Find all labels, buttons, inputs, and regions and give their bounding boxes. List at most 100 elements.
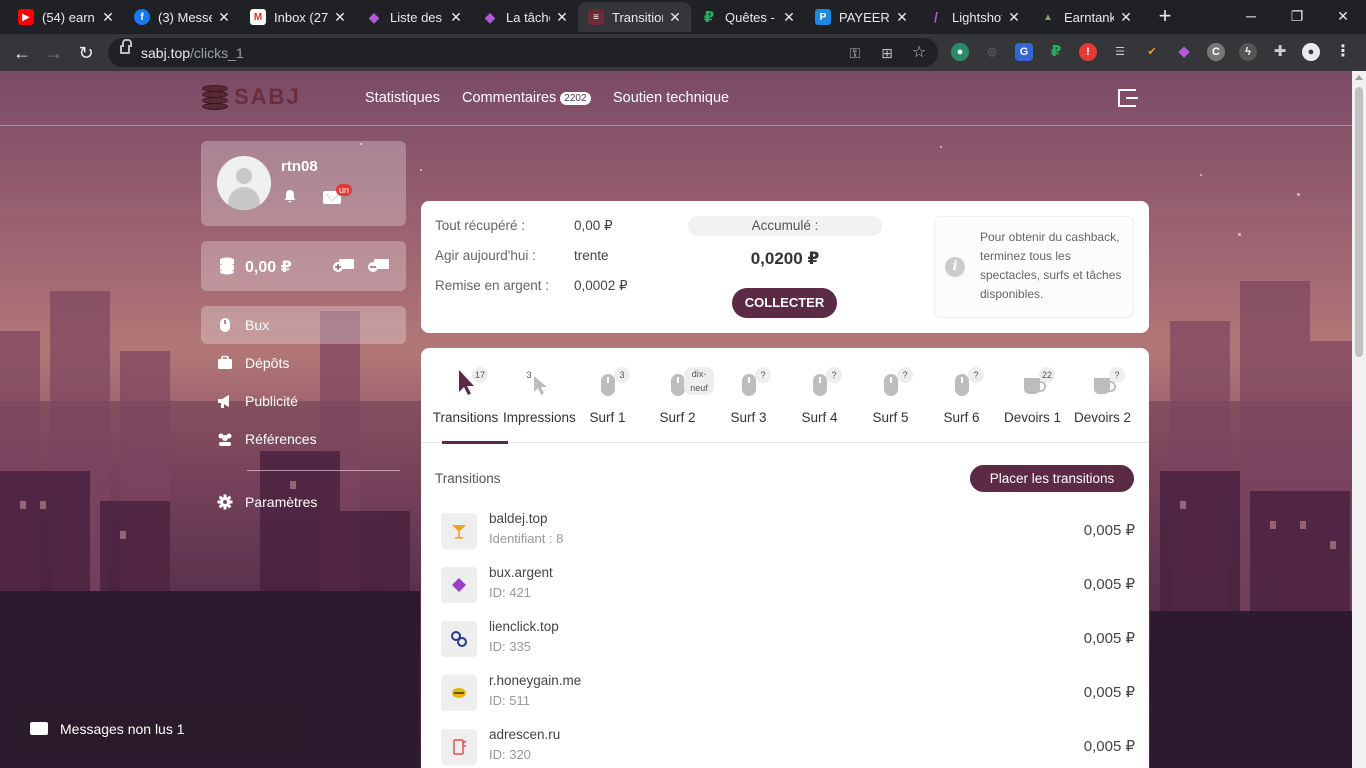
site-name[interactable]: baldej.top — [489, 511, 548, 526]
key-icon[interactable]: ⚿ — [846, 44, 864, 62]
sidebar-item-deposits[interactable]: Dépôts — [201, 344, 406, 382]
reward-amount: 0,005 ₽ — [1083, 684, 1135, 701]
tab-tasks-2[interactable]: ? Devoirs 2 — [1067, 348, 1138, 443]
close-tab-icon[interactable]: ✕ — [554, 9, 570, 26]
reload-button[interactable]: ↻ — [73, 40, 99, 66]
list-item[interactable]: r.honeygain.me ID: 511 0,005 ₽ — [441, 670, 1141, 724]
tab-tasks-1[interactable]: 22 Devoirs 1 — [997, 348, 1068, 443]
tab-surf-6[interactable]: ? Surf 6 — [926, 348, 997, 443]
sidebar-item-advertising[interactable]: Publicité — [201, 382, 406, 420]
close-tab-icon[interactable]: ✕ — [667, 9, 683, 26]
close-tab-icon[interactable]: ✕ — [1118, 9, 1134, 26]
browser-tab[interactable]: ◆ La tâche ✕ — [472, 2, 578, 32]
place-transitions-button[interactable]: Placer les transitions — [970, 465, 1134, 492]
minimize-button[interactable]: ─ — [1228, 0, 1274, 32]
address-bar[interactable]: sabj.top/clicks_1 ⚿ ⊞ ☆ — [108, 38, 938, 67]
scroll-up-icon[interactable] — [1355, 75, 1363, 80]
list-item[interactable]: lienclick.top ID: 335 0,005 ₽ — [441, 616, 1141, 670]
logout-icon[interactable] — [1118, 89, 1138, 107]
close-tab-icon[interactable]: ✕ — [1006, 9, 1022, 26]
sidebar-item-label: Paramètres — [245, 494, 318, 510]
deposit-icon[interactable] — [333, 257, 355, 273]
extension-icon[interactable]: C — [1207, 43, 1225, 61]
tab-count-badge: 22 — [1039, 367, 1056, 383]
tab-surf-2[interactable]: dix-neuf Surf 2 — [642, 348, 714, 443]
stats-card: Tout récupéré : 0,00 ₽ Agir aujourd'hui … — [421, 201, 1149, 333]
sabj-icon: ≡ — [588, 9, 604, 25]
extension-icon[interactable]: ◎ — [983, 43, 1001, 61]
tab-transitions[interactable]: 17 Transitions — [430, 348, 508, 444]
mail-icon — [30, 722, 48, 735]
close-tab-icon[interactable]: ✕ — [448, 9, 464, 26]
site-name[interactable]: r.honeygain.me — [489, 673, 581, 688]
tab-impressions[interactable]: 3 Impressions — [503, 348, 576, 443]
close-tab-icon[interactable]: ✕ — [216, 9, 232, 26]
bell-icon[interactable] — [283, 189, 297, 203]
cashback-info-text: Pour obtenir du cashback, terminez tous … — [980, 230, 1122, 301]
profile-card: rtn08 un — [201, 141, 406, 226]
tab-surf-3[interactable]: ? Surf 3 — [713, 348, 784, 443]
tab-surf-5[interactable]: ? Surf 5 — [855, 348, 926, 443]
today-value: trente — [574, 248, 609, 263]
browser-tab[interactable]: ▲ Earntanks ✕ — [1030, 2, 1142, 32]
list-item[interactable]: bux.argent ID: 421 0,005 ₽ — [441, 562, 1141, 616]
close-tab-icon[interactable]: ✕ — [894, 9, 910, 26]
collect-button[interactable]: COLLECTER — [732, 288, 837, 318]
lightning-icon[interactable]: ϟ — [1239, 43, 1257, 61]
site-name[interactable]: adrescen.ru — [489, 727, 560, 742]
sidebar-item-settings[interactable]: Paramètres — [201, 483, 406, 521]
cocktail-icon — [441, 513, 477, 549]
close-tab-icon[interactable]: ✕ — [332, 9, 348, 26]
extension-icon[interactable]: ● — [951, 43, 969, 61]
profile-avatar-icon[interactable]: ● — [1302, 43, 1320, 61]
nav-comments-link[interactable]: Commentaires 2202 — [462, 90, 591, 106]
browser-tab[interactable]: P PAYEER | ✕ — [805, 2, 918, 32]
close-tab-icon[interactable]: ✕ — [100, 9, 116, 26]
site-logo[interactable]: SABJ — [200, 83, 301, 111]
close-window-button[interactable]: ✕ — [1320, 0, 1366, 32]
purple-diamond-icon[interactable]: ◆ — [1175, 43, 1193, 61]
translate-icon[interactable]: ⊞ — [878, 44, 896, 62]
browser-tab[interactable]: ₽ Quêtes - ✕ — [691, 2, 805, 32]
browser-tab[interactable]: M Inbox (27 ✕ — [240, 2, 356, 32]
withdraw-icon[interactable] — [368, 257, 390, 273]
browser-tab[interactable]: ▶ (54) earn ✕ — [8, 2, 124, 32]
site-name[interactable]: bux.argent — [489, 565, 553, 580]
new-tab-button[interactable]: + — [1153, 4, 1177, 30]
mail-badge: un — [336, 184, 353, 196]
extension-icon[interactable]: ☰ — [1111, 43, 1129, 61]
unread-messages-toast[interactable]: Messages non lus 1 — [16, 705, 305, 753]
tab-surf-1[interactable]: 3 Surf 1 — [572, 348, 643, 443]
close-tab-icon[interactable]: ✕ — [781, 9, 797, 26]
back-button[interactable]: ← — [9, 40, 35, 66]
list-item[interactable]: adrescen.ru ID: 320 0,005 ₽ — [441, 724, 1141, 768]
ruble-icon: ₽ — [703, 9, 715, 26]
page-scrollbar[interactable] — [1352, 71, 1366, 768]
browser-tab[interactable]: / Lightshot ✕ — [918, 2, 1030, 32]
nav-support-link[interactable]: Soutien technique — [613, 90, 729, 106]
tab-surf-4[interactable]: ? Surf 4 — [784, 348, 855, 443]
browser-tab-active[interactable]: ≡ Transitior ✕ — [578, 2, 691, 32]
extension-icon[interactable]: ✔ — [1143, 43, 1161, 61]
maximize-button[interactable]: ❐ — [1274, 0, 1320, 32]
site-name[interactable]: lienclick.top — [489, 619, 559, 634]
site-id: ID: 335 — [489, 639, 531, 654]
cashback-label: Remise en argent : — [435, 278, 550, 293]
notification-extension-icon[interactable]: ! — [1079, 43, 1097, 61]
nav-statistics-link[interactable]: Statistiques — [365, 90, 440, 106]
google-translate-icon[interactable]: G — [1015, 43, 1033, 61]
scrollbar-thumb[interactable] — [1355, 87, 1363, 357]
bookmark-star-icon[interactable]: ☆ — [910, 44, 928, 62]
browser-tab[interactable]: f (3) Messe ✕ — [124, 2, 240, 32]
ruble-extension-icon[interactable]: ₽ — [1047, 43, 1065, 61]
sidebar-item-referrals[interactable]: Références — [201, 420, 406, 458]
users-icon — [218, 433, 232, 446]
list-item[interactable]: baldej.top Identifiant : 8 0,005 ₽ — [441, 508, 1141, 562]
menu-kebab-icon[interactable]: ⋮ — [1334, 43, 1352, 61]
sidebar-item-bux[interactable]: Bux — [201, 306, 406, 344]
forward-button[interactable]: → — [41, 40, 67, 66]
youtube-icon: ▶ — [18, 9, 34, 25]
puzzle-extensions-icon[interactable]: ✚ — [1271, 43, 1289, 61]
browser-tab[interactable]: ◆ Liste des ✕ — [356, 2, 472, 32]
avatar[interactable] — [217, 156, 271, 210]
